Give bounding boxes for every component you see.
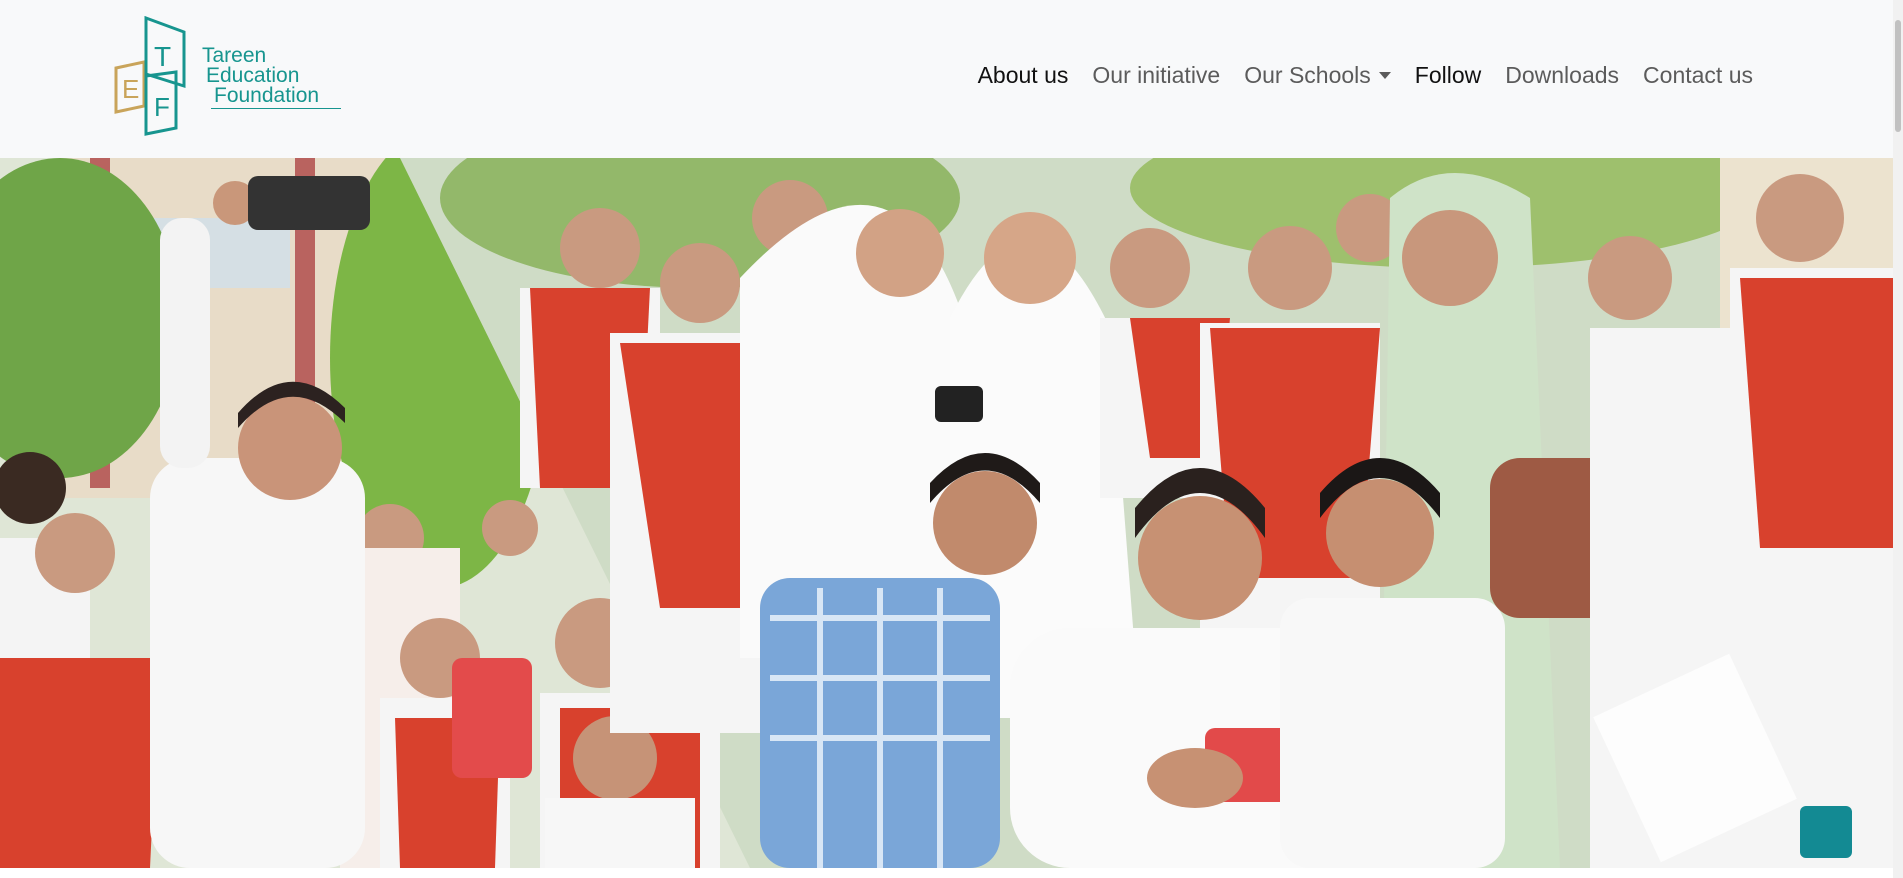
nav-contact-us[interactable]: Contact us <box>1631 62 1765 89</box>
nav-our-schools-label: Our Schools <box>1244 62 1371 88</box>
nav-downloads[interactable]: Downloads <box>1493 62 1631 89</box>
logo-letter-f: F <box>154 92 170 122</box>
brand-logo-link[interactable]: E T F Tareen Education Foundation <box>114 16 341 142</box>
main-nav: About us Our initiative Our Schools Foll… <box>966 62 1765 89</box>
page: E T F Tareen Education Foundation About … <box>0 0 1903 878</box>
brand-name: Tareen Education Foundation <box>194 44 344 107</box>
photo-collage-icon <box>0 158 1893 868</box>
etf-logo-icon: E T F <box>114 16 186 136</box>
brand-name-line1: Tareen <box>202 44 267 67</box>
brand-name-line3: Foundation <box>214 84 320 107</box>
hero-banner-image <box>0 158 1893 868</box>
back-to-top-button[interactable] <box>1800 806 1852 858</box>
nav-follow[interactable]: Follow <box>1403 62 1493 89</box>
nav-our-schools-dropdown[interactable]: Our Schools <box>1232 62 1403 89</box>
caret-down-icon <box>1378 72 1391 79</box>
logo-letter-e: E <box>122 74 139 104</box>
nav-our-initiative[interactable]: Our initiative <box>1080 62 1232 89</box>
nav-about-us[interactable]: About us <box>966 62 1081 89</box>
navbar: E T F Tareen Education Foundation About … <box>0 0 1893 158</box>
brand-name-line2: Education <box>206 64 300 87</box>
logo-letter-t: T <box>154 41 171 72</box>
page-bottom-edge <box>0 868 1893 878</box>
vertical-scrollbar[interactable] <box>1893 0 1903 878</box>
scrollbar-thumb[interactable] <box>1895 20 1901 132</box>
brand-underline <box>211 108 341 109</box>
